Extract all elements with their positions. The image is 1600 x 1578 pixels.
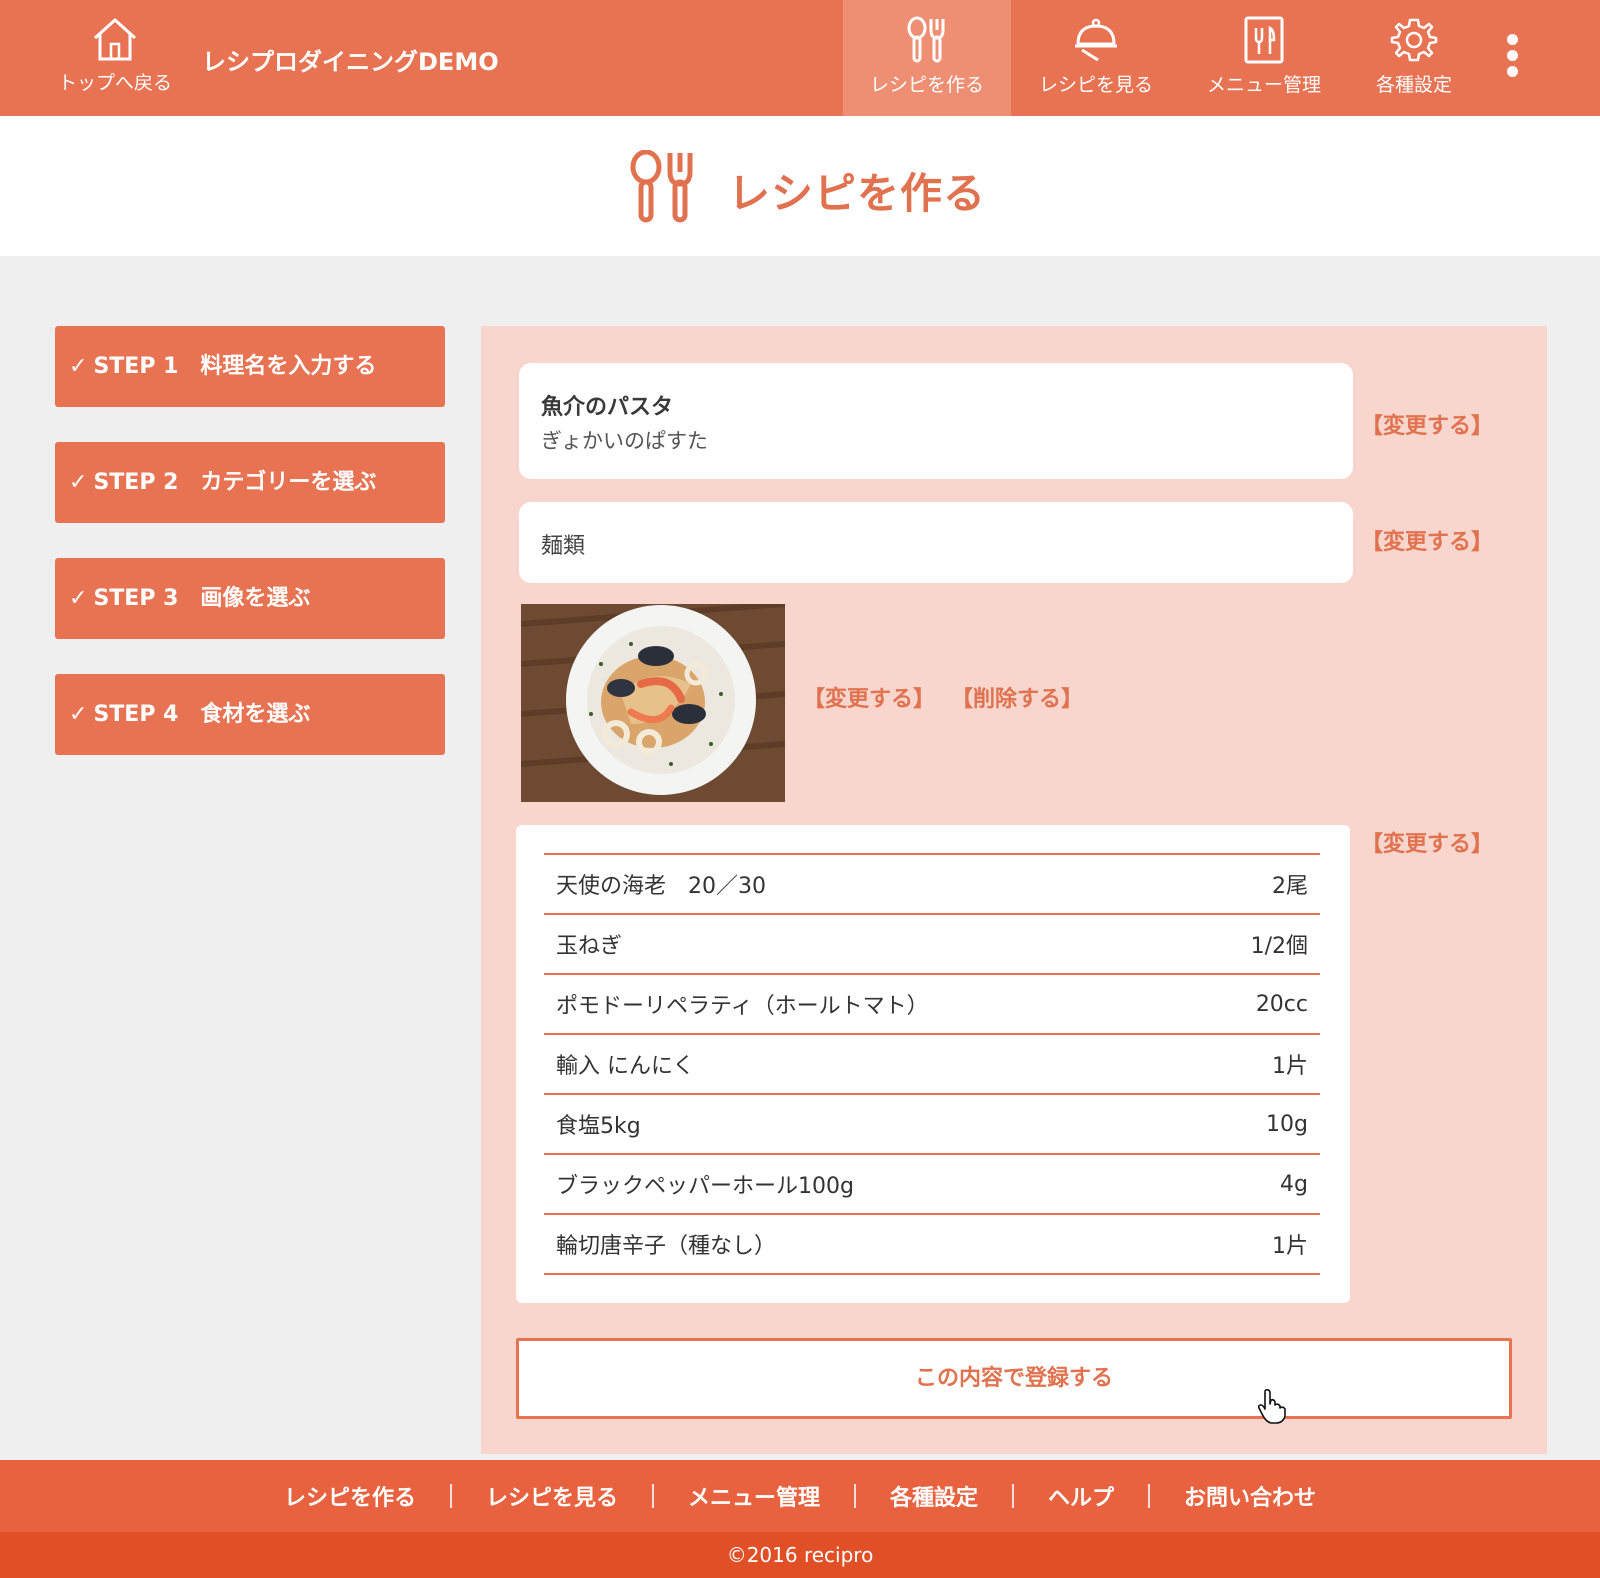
ingredient-name: 玉ねぎ: [556, 934, 623, 959]
ingredient-qty: 1片: [1272, 1234, 1308, 1259]
ingredient-row: 天使の海老 20／30 2尾: [544, 855, 1320, 915]
step-1-button[interactable]: ✓ STEP 1 料理名を入力する: [55, 326, 445, 407]
footer-link-menu[interactable]: メニュー管理: [688, 1480, 820, 1512]
ingredient-row: ブラックペッパーホール100g 4g: [544, 1155, 1320, 1215]
change-photo-link[interactable]: 【変更する】: [803, 681, 935, 713]
recipe-photo: [521, 604, 785, 802]
ingredient-name: 天使の海老 20／30: [556, 874, 766, 899]
ingredient-name: 輪切唐辛子（種なし）: [556, 1234, 777, 1259]
cloche-icon: [1075, 18, 1117, 62]
nav-label: 各種設定: [1375, 74, 1452, 96]
ingredient-qty: 2尾: [1272, 874, 1308, 899]
ingredient-name: ブラックペッパーホール100g: [556, 1174, 854, 1199]
footer-divider: [651, 1484, 654, 1508]
ingredient-qty: 4g: [1280, 1171, 1308, 1197]
change-name-link[interactable]: 【変更する】: [1361, 408, 1493, 440]
ingredient-qty: 20cc: [1255, 991, 1308, 1017]
category-value: 麺類: [541, 534, 586, 559]
recipe-name-kana: ぎょかいのぱすた: [541, 429, 708, 453]
step-4-button[interactable]: ✓ STEP 4 食材を選ぶ: [55, 674, 445, 755]
ingredients-table: 天使の海老 20／30 2尾 玉ねぎ 1/2個 ポモドーリペラティ（ホールトマト） 2…: [544, 853, 1320, 1275]
delete-photo-link[interactable]: 【削除する】: [951, 681, 1083, 713]
header-bar: トップへ戻る レシプロダイニングDEMO レシピを作る レシピを見る メニュー管…: [0, 0, 1600, 116]
nav-label: レシピを見る: [1038, 74, 1153, 96]
change-category-link[interactable]: 【変更する】: [1361, 524, 1493, 556]
footer-link-contact[interactable]: お問い合わせ: [1184, 1480, 1316, 1512]
copyright: ©2016 recipro: [0, 1532, 1600, 1578]
footer-divider: [1012, 1484, 1015, 1508]
ingredient-qty: 1片: [1272, 1054, 1308, 1079]
spoon-fork-icon: [907, 16, 945, 63]
check-icon: ✓: [69, 470, 88, 495]
footer-divider: [449, 1484, 452, 1508]
gear-icon: [1390, 18, 1438, 62]
footer-link-view[interactable]: レシピを見る: [486, 1480, 618, 1512]
footer-link-help[interactable]: ヘルプ: [1048, 1480, 1114, 1512]
check-icon: ✓: [69, 354, 88, 379]
nav-label: レシピを作る: [869, 74, 984, 96]
nav-view-recipe[interactable]: レシピを見る: [1012, 0, 1180, 116]
ingredients-card: 天使の海老 20／30 2尾 玉ねぎ 1/2個 ポモドーリペラティ（ホールトマト） 2…: [516, 825, 1350, 1303]
app-title: レシプロダイニングDEMO: [202, 48, 499, 76]
ingredient-row: 輸入 にんにく 1片: [544, 1035, 1320, 1095]
home-button[interactable]: トップへ戻る: [50, 14, 180, 106]
menu-book-icon: [1244, 16, 1284, 64]
ingredient-row: 食塩5kg 10g: [544, 1095, 1320, 1155]
ingredient-qty: 1/2個: [1250, 934, 1308, 959]
recipe-name: 魚介のパスタ: [541, 395, 674, 420]
footer-link-settings[interactable]: 各種設定: [890, 1480, 978, 1512]
ingredient-qty: 10g: [1266, 1111, 1308, 1137]
footer-divider: [854, 1484, 856, 1508]
footer-nav: レシピを作る レシピを見る メニュー管理 各種設定 ヘルプ お問い合わせ: [0, 1460, 1600, 1532]
change-ingredients-link[interactable]: 【変更する】: [1361, 826, 1493, 858]
ingredient-row: 輪切唐辛子（種なし） 1片: [544, 1215, 1320, 1275]
ingredient-row: 玉ねぎ 1/2個: [544, 915, 1320, 975]
page-title: レシピを作る: [728, 169, 987, 218]
recipe-summary-panel: 魚介のパスタ ぎょかいのぱすた 【変更する】 麺類 【変更する】 【変更する】 …: [481, 326, 1547, 1454]
spoon-fork-icon: [630, 150, 693, 223]
step-label: STEP 1 料理名を入力する: [93, 354, 377, 379]
nav-settings[interactable]: 各種設定: [1330, 0, 1498, 116]
step-3-button[interactable]: ✓ STEP 3 画像を選ぶ: [55, 558, 445, 639]
ingredient-name: ポモドーリペラティ（ホールトマト）: [556, 994, 929, 1019]
footer-link-create[interactable]: レシピを作る: [284, 1480, 416, 1512]
footer-divider: [1148, 1484, 1151, 1508]
step-label: STEP 2 カテゴリーを選ぶ: [93, 470, 377, 495]
hand-pointer-icon: [1257, 1388, 1286, 1424]
house-icon: [93, 18, 137, 61]
nav-create-recipe[interactable]: レシピを作る: [843, 0, 1011, 116]
title-band: レシピを作る: [0, 116, 1600, 256]
ingredient-name: 食塩5kg: [556, 1114, 641, 1139]
ingredient-name: 輸入 にんにく: [556, 1054, 695, 1079]
ingredient-row: ポモドーリペラティ（ホールトマト） 20cc: [544, 975, 1320, 1035]
step-2-button[interactable]: ✓ STEP 2 カテゴリーを選ぶ: [55, 442, 445, 523]
nav-label: メニュー管理: [1206, 74, 1321, 96]
check-icon: ✓: [69, 702, 88, 727]
nav-menu-management[interactable]: メニュー管理: [1180, 0, 1348, 116]
check-icon: ✓: [69, 586, 88, 611]
more-menu-icon[interactable]: [1500, 34, 1524, 82]
recipe-name-card: 魚介のパスタ ぎょかいのぱすた: [519, 363, 1353, 479]
home-label: トップへ戻る: [57, 72, 172, 94]
step-label: STEP 3 画像を選ぶ: [93, 586, 311, 611]
submit-button[interactable]: この内容で登録する: [516, 1338, 1512, 1419]
step-label: STEP 4 食材を選ぶ: [93, 702, 311, 727]
category-card: 麺類: [519, 502, 1353, 583]
